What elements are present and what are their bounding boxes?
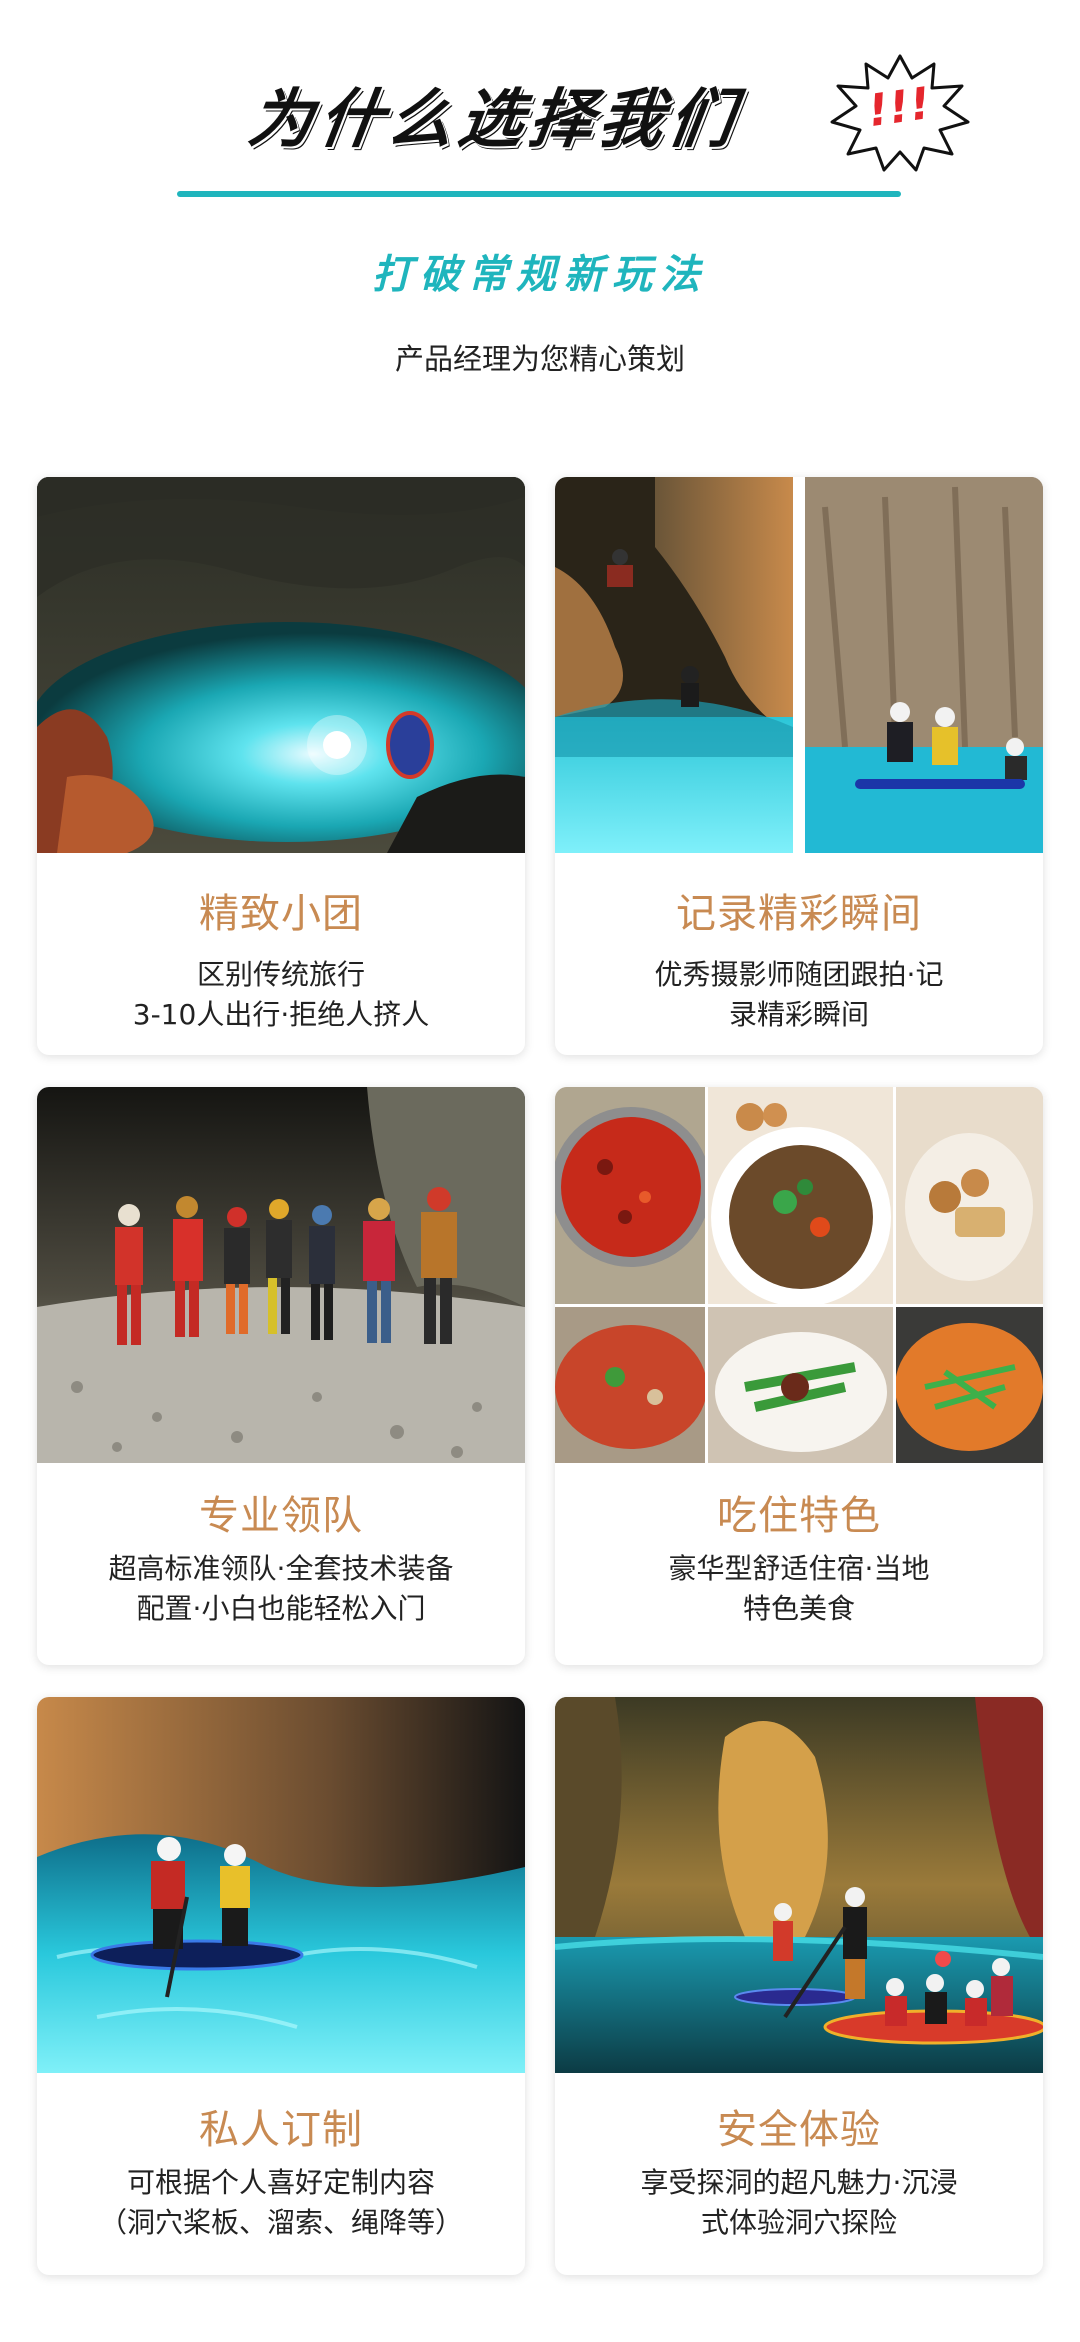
card-desc-line: 特色美食 [742, 1592, 855, 1625]
card-description: 区别传统旅行 3-10人出行·拒绝人挤人 [57, 955, 505, 1035]
burst-exclamation-text: !!! [864, 77, 935, 138]
card-description: 超高标准领队·全套技术装备 配置·小白也能轻松入门 [57, 1549, 505, 1629]
feature-card-small-group[interactable]: 精致小团 区别传统旅行 3-10人出行·拒绝人挤人 [37, 477, 525, 1055]
card-desc-line: （洞穴桨板、溜索、绳降等） [98, 2206, 463, 2239]
card-title: 记录精彩瞬间 [676, 891, 922, 937]
feature-card-photography[interactable]: 记录精彩瞬间 优秀摄影师随团跟拍·记 录精彩瞬间 [555, 477, 1043, 1055]
feature-card-safety[interactable]: 安全体验 享受探洞的超凡魅力·沉浸 式体验洞穴探险 [555, 1697, 1043, 2275]
page-title: 为什么选择我们 [243, 82, 745, 157]
feature-card-professional-guides[interactable]: 专业领队 超高标准领队·全套技术装备 配置·小白也能轻松入门 [37, 1087, 525, 1665]
feature-card-custom[interactable]: 私人订制 可根据个人喜好定制内容 （洞穴桨板、溜索、绳降等） [37, 1697, 525, 2275]
card-description: 豪华型舒适住宿·当地 特色美食 [575, 1549, 1023, 1629]
card-title: 精致小团 [199, 891, 363, 937]
local-food-photo [555, 1087, 1043, 1463]
card-desc-line: 可根据个人喜好定制内容 [126, 2166, 435, 2199]
cave-lake-photo [37, 477, 525, 853]
section-tagline: 产品经理为您精心策划 [394, 342, 685, 376]
cave-group-paddle-photo [555, 1697, 1043, 2073]
card-desc-line: 区别传统旅行 [196, 958, 365, 991]
card-description: 优秀摄影师随团跟拍·记 录精彩瞬间 [575, 955, 1023, 1035]
card-title: 吃住特色 [717, 1493, 881, 1539]
title-underline [177, 191, 901, 197]
card-title: 私人订制 [199, 2107, 363, 2153]
card-description: 享受探洞的超凡魅力·沉浸 式体验洞穴探险 [575, 2163, 1023, 2243]
card-description: 可根据个人喜好定制内容 （洞穴桨板、溜索、绳降等） [57, 2163, 505, 2243]
header-section: 为什么选择我们 !!! 打破常规新玩法 产品经理为您精心策划 [0, 0, 1080, 440]
card-title: 安全体验 [717, 2107, 881, 2153]
card-desc-line: 豪华型舒适住宿·当地 [668, 1552, 930, 1585]
card-desc-line: 录精彩瞬间 [728, 998, 869, 1031]
card-desc-line: 式体验洞穴探险 [700, 2206, 897, 2239]
card-title: 专业领队 [199, 1493, 363, 1539]
card-desc-line: 享受探洞的超凡魅力·沉浸 [640, 2166, 958, 2199]
card-desc-line: 优秀摄影师随团跟拍·记 [654, 958, 944, 991]
card-desc-line: 配置·小白也能轻松入门 [136, 1592, 426, 1625]
card-desc-line: 超高标准领队·全套技术装备 [108, 1552, 454, 1585]
cave-photographer-collage-photo [555, 477, 1043, 853]
guide-team-photo [37, 1087, 525, 1463]
section-subtitle: 打破常规新玩法 [372, 251, 708, 298]
feature-card-food-lodging[interactable]: 吃住特色 豪华型舒适住宿·当地 特色美食 [555, 1087, 1043, 1665]
card-desc-line: 3-10人出行·拒绝人挤人 [132, 998, 430, 1031]
cave-paddleboard-photo [37, 1697, 525, 2073]
